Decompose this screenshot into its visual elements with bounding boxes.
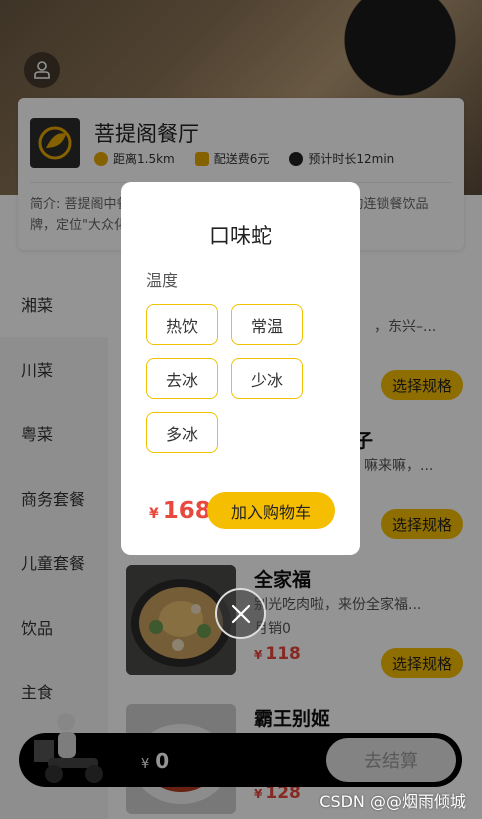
option-no-ice[interactable]: 去冰 xyxy=(146,358,218,399)
close-dialog-button[interactable] xyxy=(215,588,266,639)
temperature-label: 温度 xyxy=(146,271,179,290)
close-icon xyxy=(231,604,250,623)
option-room-temp[interactable]: 常温 xyxy=(231,304,303,345)
dialog-price: ¥168 xyxy=(149,498,211,524)
dialog-title: 口味蛇 xyxy=(209,224,272,248)
dialog-price-value: 168 xyxy=(162,498,211,524)
option-hot[interactable]: 热饮 xyxy=(146,304,218,345)
option-extra-ice[interactable]: 多冰 xyxy=(146,412,218,453)
add-to-cart-button[interactable]: 加入购物车 xyxy=(207,492,335,529)
option-less-ice[interactable]: 少冰 xyxy=(231,358,303,399)
spec-dialog: 口味蛇 温度 热饮 常温 去冰 少冰 多冰 ¥168 加入购物车 xyxy=(121,182,360,555)
watermark: CSDN @@烟雨倾城 xyxy=(319,792,466,811)
currency-symbol: ¥ xyxy=(149,506,159,522)
